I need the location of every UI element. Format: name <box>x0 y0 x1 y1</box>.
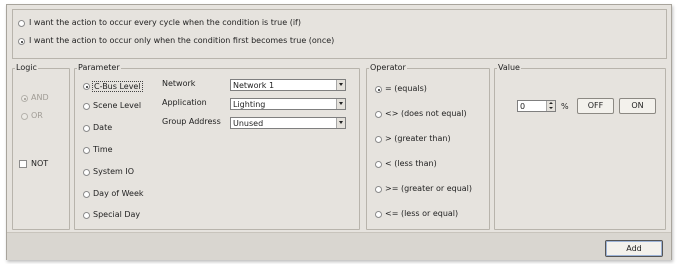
application-select[interactable]: Lighting <box>230 98 346 110</box>
logic-and-label: AND <box>31 93 49 102</box>
level-unit: % <box>561 102 569 111</box>
param-cbus-level-radio[interactable] <box>83 83 90 90</box>
spin-arrows-icon[interactable] <box>546 101 555 111</box>
application-label: Application <box>162 98 207 107</box>
param-scene-level-label: Scene Level <box>93 101 142 110</box>
chevron-down-icon[interactable] <box>336 80 345 90</box>
param-day-of-week-label: Day of Week <box>93 189 144 198</box>
network-select[interactable]: Network 1 <box>230 79 346 91</box>
param-special-day-label: Special Day <box>93 210 141 219</box>
network-value: Network 1 <box>233 81 275 90</box>
param-cbus-level-label: C-Bus Level <box>92 81 143 92</box>
group-address-label: Group Address <box>162 117 221 126</box>
param-system-io-label: System IO <box>93 167 135 176</box>
op-not-equal-radio[interactable] <box>375 111 382 118</box>
logic-or-radio[interactable] <box>21 113 28 120</box>
op-less-equal-label: <= (less or equal) <box>385 209 459 218</box>
value-group-title: Value <box>498 63 520 72</box>
level-stepper[interactable]: 0 <box>517 100 556 112</box>
op-not-equal-label: <> (does not equal) <box>385 109 467 118</box>
add-button[interactable]: Add <box>605 240 663 257</box>
not-checkbox[interactable] <box>19 160 27 168</box>
chevron-down-icon[interactable] <box>336 99 345 109</box>
not-label: NOT <box>31 159 49 168</box>
condition-dialog: I want the action to occur every cycle w… <box>6 4 672 260</box>
every-cycle-label: I want the action to occur every cycle w… <box>29 18 301 27</box>
network-label: Network <box>162 79 196 88</box>
op-less-radio[interactable] <box>375 161 382 168</box>
param-time-label: Time <box>93 145 113 154</box>
op-less-label: < (less than) <box>385 159 437 168</box>
op-greater-equal-radio[interactable] <box>375 186 382 193</box>
footer-bar <box>7 232 671 260</box>
off-button[interactable]: OFF <box>577 98 614 114</box>
logic-and-radio[interactable] <box>21 95 28 102</box>
op-equals-label: = (equals) <box>385 84 427 93</box>
param-date-radio[interactable] <box>83 125 90 132</box>
logic-group: Logic <box>12 64 70 230</box>
param-time-radio[interactable] <box>83 147 90 154</box>
op-greater-equal-label: >= (greater or equal) <box>385 184 473 193</box>
level-value: 0 <box>520 102 526 111</box>
op-greater-label: > (greater than) <box>385 134 451 143</box>
op-less-equal-radio[interactable] <box>375 211 382 218</box>
operator-group-title: Operator <box>370 63 406 72</box>
on-button[interactable]: ON <box>619 98 656 114</box>
trigger-mode-frame <box>12 9 667 59</box>
logic-group-title: Logic <box>16 63 37 72</box>
chevron-down-icon[interactable] <box>336 118 345 128</box>
logic-or-label: OR <box>31 111 43 120</box>
op-greater-radio[interactable] <box>375 136 382 143</box>
first-true-label: I want the action to occur only when the… <box>29 36 335 45</box>
param-day-of-week-radio[interactable] <box>83 191 90 198</box>
every-cycle-radio[interactable] <box>18 20 25 27</box>
value-group: Value <box>494 64 666 230</box>
op-equals-radio[interactable] <box>375 86 382 93</box>
param-special-day-radio[interactable] <box>83 212 90 219</box>
param-date-label: Date <box>93 123 113 132</box>
group-address-value: Unused <box>233 119 264 128</box>
first-true-radio[interactable] <box>18 38 25 45</box>
parameter-group-title: Parameter <box>78 63 120 72</box>
group-address-select[interactable]: Unused <box>230 117 346 129</box>
param-scene-level-radio[interactable] <box>83 103 90 110</box>
param-system-io-radio[interactable] <box>83 169 90 176</box>
application-value: Lighting <box>233 100 266 109</box>
